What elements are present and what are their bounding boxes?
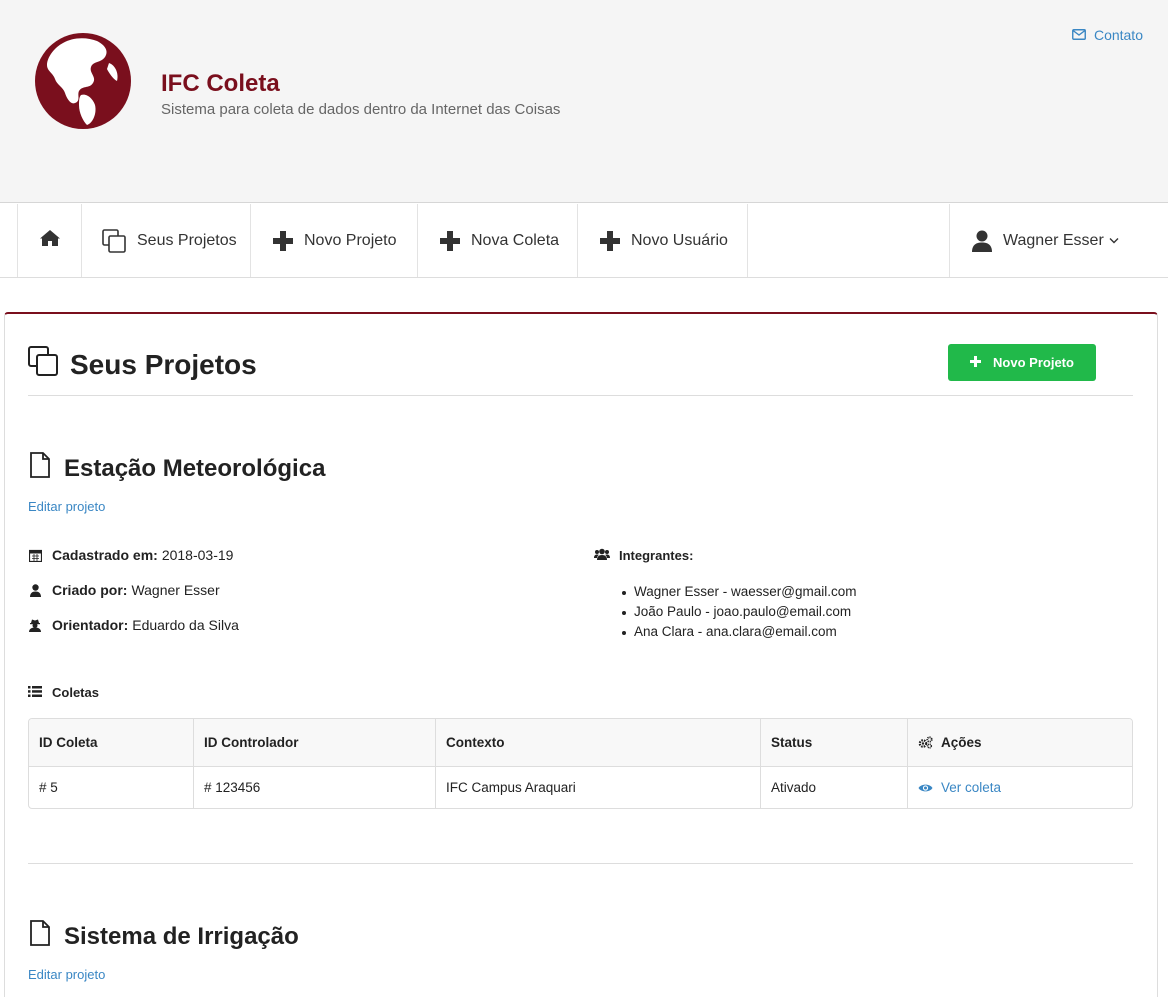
column-header: Status <box>761 719 908 766</box>
members-list: Wagner Esser - waesser@gmail.com João Pa… <box>622 582 857 642</box>
envelope-icon <box>1072 27 1086 43</box>
copy-icon <box>102 228 126 253</box>
home-icon <box>39 229 61 252</box>
edit-project-link[interactable]: Editar projeto <box>28 967 105 982</box>
table-row: # 5 # 123456 IFC Campus Araquari Ativado… <box>29 767 1132 808</box>
copy-icon <box>28 346 58 383</box>
globe-logo[interactable] <box>35 33 131 129</box>
user-menu[interactable]: Wagner Esser <box>949 204 1168 277</box>
registered-date: Cadastrado em: 2018-03-19 <box>28 547 233 563</box>
project-title-text: Estação Meteorológica <box>64 454 326 482</box>
members-label: Integrantes: <box>619 548 694 563</box>
nav-nova-coleta[interactable]: Nova Coleta <box>418 204 578 277</box>
members-heading: Integrantes: <box>594 548 693 563</box>
project-title: Estação Meteorológica <box>30 452 325 485</box>
advisor-label: Orientador: <box>52 617 129 633</box>
advisor: Orientador: Eduardo da Silva <box>28 617 239 633</box>
cell-status: Ativado <box>761 767 908 808</box>
coletas-table: ID Coleta ID Controlador Contexto Status… <box>28 718 1133 809</box>
site-header: IFC Coleta Sistema para coleta de dados … <box>0 0 1168 203</box>
user-secret-icon <box>28 619 42 632</box>
list-item: João Paulo - joao.paulo@email.com <box>622 602 857 622</box>
cell-context: IFC Campus Araquari <box>436 767 761 808</box>
column-header: Ações <box>941 735 982 750</box>
nav-seus-projetos-label: Seus Projetos <box>137 231 237 249</box>
list-item: Ana Clara - ana.clara@email.com <box>622 622 857 642</box>
eye-icon <box>918 783 933 793</box>
app-subtitle: Sistema para coleta de dados dentro da I… <box>161 101 561 118</box>
nav-nova-coleta-label: Nova Coleta <box>471 231 560 249</box>
column-header: ID Controlador <box>194 719 436 766</box>
plus-icon <box>600 230 620 251</box>
nav-novo-projeto[interactable]: Novo Projeto <box>251 204 418 277</box>
project-title-text: Sistema de Irrigação <box>64 922 299 950</box>
main-nav: Seus Projetos Novo Projeto Nova Coleta N… <box>0 204 1168 278</box>
user-icon <box>28 583 42 597</box>
view-coleta-link[interactable]: Ver coleta <box>908 767 1132 808</box>
column-header-actions: Ações <box>908 719 1132 766</box>
plus-icon <box>440 230 460 251</box>
table-header: ID Coleta ID Controlador Contexto Status… <box>29 719 1132 767</box>
registered-label: Cadastrado em: <box>52 547 158 563</box>
divider <box>28 395 1133 396</box>
users-icon <box>594 548 610 563</box>
plus-icon <box>970 355 982 370</box>
view-coleta-label: Ver coleta <box>941 780 1002 795</box>
user-icon <box>972 230 992 252</box>
app-title: IFC Coleta <box>161 70 280 97</box>
list-item: Wagner Esser - waesser@gmail.com <box>622 582 857 602</box>
created-label: Criado por: <box>52 582 128 598</box>
content-panel <box>4 312 1158 997</box>
list-icon <box>28 685 42 700</box>
plus-icon <box>273 230 293 251</box>
page-title-text: Seus Projetos <box>70 348 257 380</box>
coletas-label: Coletas <box>52 685 99 700</box>
created-by: Criado por: Wagner Esser <box>28 582 220 598</box>
nav-seus-projetos[interactable]: Seus Projetos <box>82 204 251 277</box>
page-title: Seus Projetos <box>28 346 257 383</box>
file-icon <box>30 452 50 485</box>
nav-home[interactable] <box>17 204 82 277</box>
nav-novo-usuario-label: Novo Usuário <box>631 231 728 249</box>
user-name: Wagner Esser <box>1003 231 1104 249</box>
cogs-icon <box>918 736 933 749</box>
nav-novo-usuario[interactable]: Novo Usuário <box>578 204 748 277</box>
advisor-value: Eduardo da Silva <box>132 617 239 633</box>
new-project-label: Novo Projeto <box>993 355 1074 370</box>
nav-novo-projeto-label: Novo Projeto <box>304 231 397 249</box>
divider <box>28 863 1133 864</box>
cell-id: # 5 <box>29 767 194 808</box>
column-header: Contexto <box>436 719 761 766</box>
file-icon <box>30 920 50 953</box>
edit-project-link[interactable]: Editar projeto <box>28 499 105 514</box>
cell-controller: # 123456 <box>194 767 436 808</box>
contact-link[interactable]: Contato <box>1072 27 1143 43</box>
chevron-down-icon <box>1109 237 1119 244</box>
contact-label: Contato <box>1093 27 1143 43</box>
coletas-heading: Coletas <box>28 685 99 700</box>
registered-value: 2018-03-19 <box>161 547 234 563</box>
column-header: ID Coleta <box>29 719 194 766</box>
project-title: Sistema de Irrigação <box>30 920 299 953</box>
created-value: Wagner Esser <box>131 582 220 598</box>
calendar-icon <box>28 549 42 562</box>
new-project-button[interactable]: Novo Projeto <box>948 344 1096 381</box>
